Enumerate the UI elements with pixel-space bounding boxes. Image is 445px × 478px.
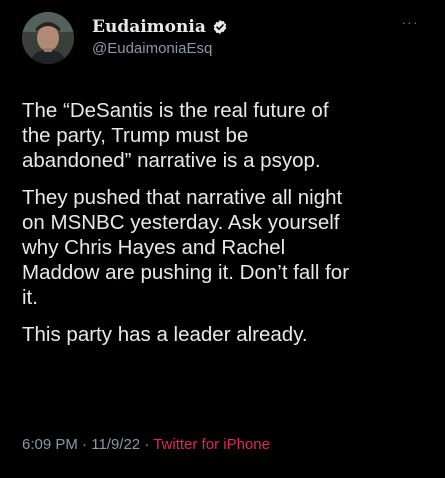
more-options-icon[interactable]: ··· [398, 12, 422, 32]
tweet-metadata: 6:09 PM · 11/9/22 · Twitter for iPhone [22, 436, 270, 453]
avatar[interactable] [22, 12, 74, 64]
tweet-paragraph: This party has a leader already. [22, 323, 308, 346]
author-info: Eudaimonia @EudaimoniaEsq [92, 16, 228, 57]
tweet-time[interactable]: 6:09 PM [22, 436, 78, 453]
verified-badge-icon [212, 19, 228, 35]
user-handle[interactable]: @EudaimoniaEsq [92, 40, 228, 57]
name-row: Eudaimonia [92, 16, 228, 38]
tweet-date[interactable]: 11/9/22 [91, 436, 140, 453]
tweet-paragraph: They pushed that narrative all night on … [22, 186, 350, 309]
display-name[interactable]: Eudaimonia [92, 17, 206, 37]
meta-separator: · [140, 436, 154, 453]
tweet-header: Eudaimonia @EudaimoniaEsq ··· [18, 8, 428, 68]
tweet-paragraph: The “DeSantis is the real future of the … [22, 99, 329, 172]
tweet-source-link[interactable]: Twitter for iPhone [153, 436, 270, 453]
meta-separator: · [77, 436, 92, 453]
tweet-card: Eudaimonia @EudaimoniaEsq ··· The “DeSan… [0, 0, 445, 478]
tweet-text: The “DeSantis is the real future of the … [22, 98, 432, 359]
avatar-image [22, 12, 74, 64]
